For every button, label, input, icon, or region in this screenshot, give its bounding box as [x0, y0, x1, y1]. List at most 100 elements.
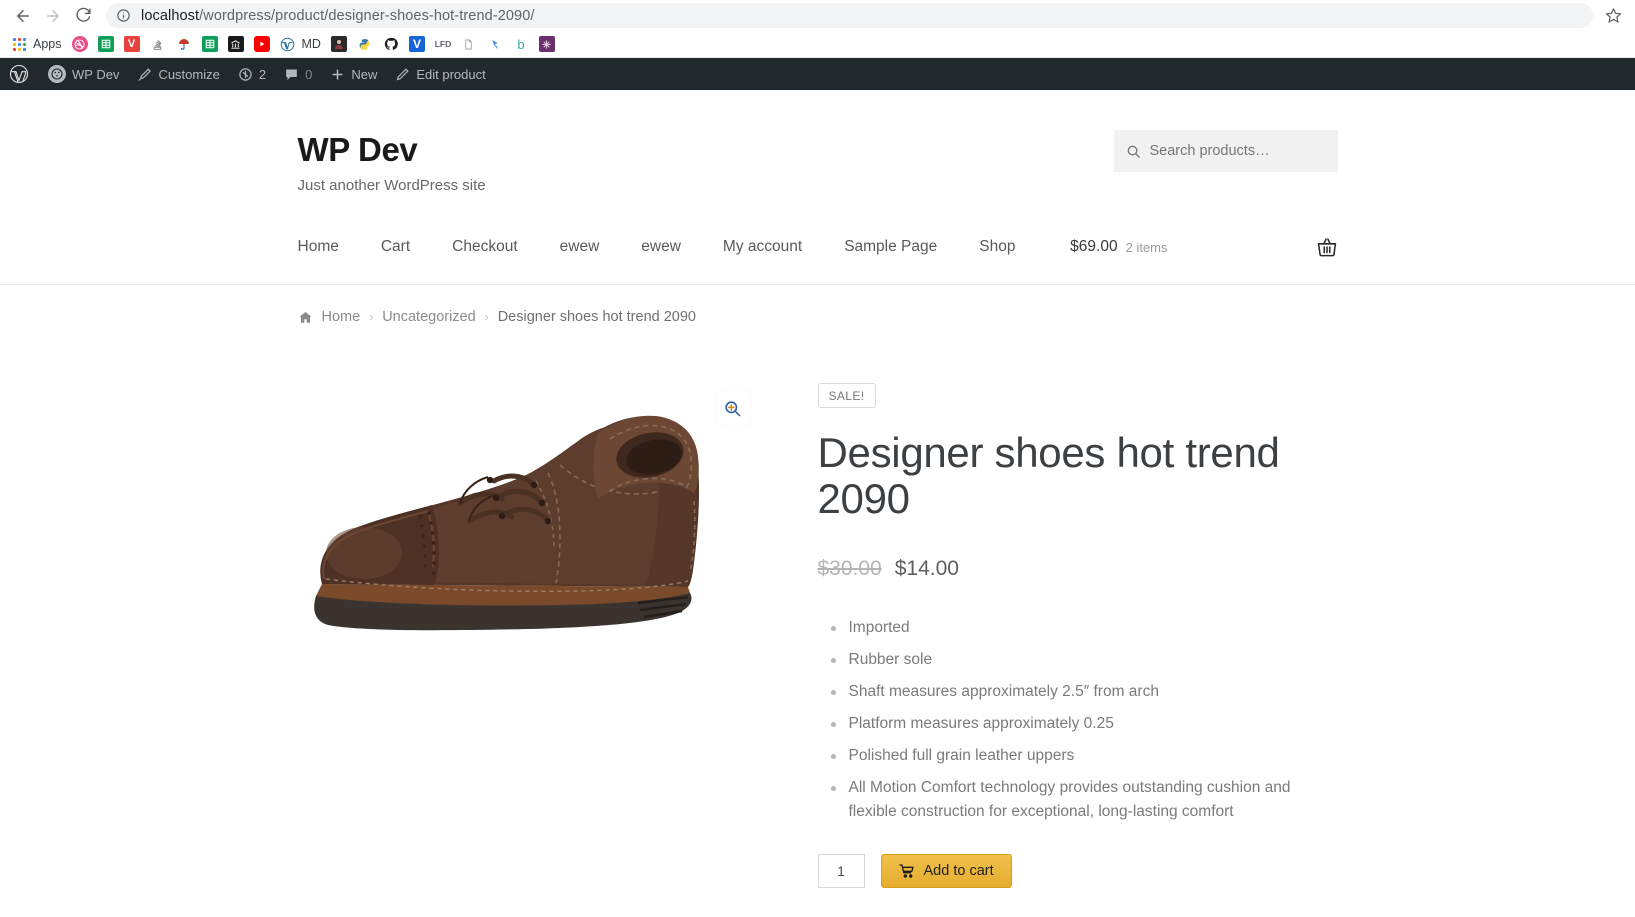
cursor-hand-icon [487, 36, 503, 52]
adminbar-edit-product[interactable]: Edit product [386, 58, 494, 90]
stackoverflow-icon [150, 36, 166, 52]
umbrella-icon [176, 36, 192, 52]
reload-icon[interactable] [68, 1, 98, 31]
adminbar-comments-count: 0 [305, 66, 313, 82]
adminbar-wp-logo[interactable] [0, 58, 39, 90]
list-item: Shaft measures approximately 2.5″ from a… [818, 680, 1338, 704]
nav-item-ewew-2[interactable]: ewew [620, 232, 702, 262]
address-bar[interactable]: localhost/wordpress/product/designer-sho… [106, 3, 1593, 28]
bookmark-cursor[interactable] [482, 33, 508, 55]
primary-navigation: Home Cart Checkout ewew ewew My account … [298, 232, 1037, 262]
cart-total-amount: $69.00 [1070, 238, 1118, 256]
breadcrumb-uncategorized[interactable]: Uncategorized [382, 309, 476, 325]
document-icon [461, 36, 477, 52]
list-item: Rubber sole [818, 648, 1338, 672]
wordpress-icon [280, 36, 296, 52]
browser-chrome: localhost/wordpress/product/designer-sho… [0, 0, 1635, 58]
site-title[interactable]: WP Dev [298, 131, 486, 168]
site-wrapper: WP Dev Just another WordPress site Home … [0, 90, 1635, 917]
url-path: /wordpress/product/designer-shoes-hot-tr… [199, 7, 535, 24]
shopping-basket-icon[interactable] [1316, 236, 1338, 258]
nav-item-ewew-1[interactable]: ewew [539, 232, 621, 262]
breadcrumb-current: Designer shoes hot trend 2090 [497, 309, 696, 326]
adminbar-new-label: New [351, 66, 378, 82]
page-info-icon[interactable] [116, 8, 131, 23]
header-container: WP Dev Just another WordPress site Home … [298, 126, 1338, 284]
dashboard-icon [48, 65, 66, 83]
bookmark-python[interactable] [352, 33, 378, 55]
forward-arrow-icon[interactable] [38, 1, 68, 31]
vim-icon: V [123, 36, 140, 52]
bookmark-lfd[interactable]: LFD [430, 33, 456, 55]
list-item: Imported [818, 616, 1338, 640]
nav-item-my-account[interactable]: My account [702, 232, 823, 262]
nav-item-home[interactable]: Home [298, 232, 360, 262]
cart-item-count: 2 items [1125, 239, 1168, 255]
wordpress-logo-icon [9, 64, 29, 84]
comment-bubble-icon [284, 67, 299, 82]
adminbar-updates[interactable]: 2 [229, 58, 275, 90]
bookmark-portrait[interactable] [326, 33, 352, 55]
adminbar-site-name[interactable]: WP Dev [39, 58, 128, 90]
url-host: localhost [141, 7, 200, 24]
bookmark-umbrella[interactable] [171, 33, 197, 55]
product-main: SALE! Designer shoes hot trend 2090 $30.… [297, 381, 1338, 888]
bookmark-apps-label: Apps [33, 37, 62, 51]
content-container: Home › Uncategorized › Designer shoes ho… [297, 309, 1338, 888]
apps-grid-icon [11, 36, 27, 52]
nav-item-sample-page[interactable]: Sample Page [823, 232, 958, 262]
primary-nav-row: Home Cart Checkout ewew ewew My account … [298, 232, 1338, 284]
bookmark-vim[interactable]: V [119, 33, 145, 55]
update-arrows-icon [238, 67, 253, 82]
back-arrow-icon[interactable] [8, 1, 38, 31]
adminbar-updates-count: 2 [258, 66, 267, 82]
nav-item-checkout[interactable]: Checkout [431, 232, 538, 262]
sale-badge: SALE! [817, 383, 876, 409]
header-divider [0, 284, 1635, 286]
search-input[interactable] [1149, 143, 1326, 159]
breadcrumb: Home › Uncategorized › Designer shoes ho… [298, 309, 1338, 325]
brown-leather-oxford-shoe [297, 381, 768, 672]
nav-item-cart[interactable]: Cart [360, 232, 431, 262]
product-search-form[interactable] [1113, 130, 1338, 172]
breadcrumb-home[interactable]: Home [322, 309, 361, 325]
product-feature-list: Imported Rubber sole Shaft measures appr… [818, 616, 1338, 824]
cart-icon [898, 863, 915, 879]
adminbar-new[interactable]: New [321, 58, 386, 90]
bank-icon [227, 36, 244, 52]
breadcrumb-separator-2: › [484, 310, 489, 325]
bookmark-bank[interactable] [223, 33, 249, 55]
sheets-icon-2 [201, 36, 218, 52]
bookmark-star-icon[interactable] [1599, 2, 1627, 30]
bookmark-bower[interactable]: b [508, 33, 534, 55]
paintbrush-icon [137, 67, 152, 82]
adminbar-customize[interactable]: Customize [128, 58, 228, 90]
bookmark-md-label: MD [301, 37, 321, 51]
bookmark-sheets-2[interactable] [197, 33, 223, 55]
bookmark-v[interactable]: V [404, 33, 430, 55]
add-to-cart-label: Add to cart [923, 862, 994, 879]
product-image[interactable] [297, 381, 768, 672]
bookmark-dribbble[interactable] [67, 33, 93, 55]
add-to-cart-button[interactable]: Add to cart [880, 853, 1012, 888]
bookmarks-bar: Apps V MD V LFD b [0, 31, 1635, 58]
cart-summary[interactable]: $69.00 2 items [1070, 236, 1337, 258]
nav-item-shop[interactable]: Shop [958, 232, 1036, 262]
list-item: Platform measures approximately 0.25 [818, 712, 1338, 736]
site-branding: WP Dev Just another WordPress site [298, 126, 486, 194]
bookmark-apps[interactable]: Apps [6, 33, 67, 55]
price-original: $30.00 [817, 556, 882, 580]
bookmark-document[interactable] [456, 33, 482, 55]
magnifier-zoom-in-icon[interactable] [715, 391, 750, 426]
bookmark-github[interactable] [378, 33, 404, 55]
adminbar-comments[interactable]: 0 [275, 58, 321, 90]
bookmark-md[interactable]: MD [275, 33, 326, 55]
bookmark-sheets-1[interactable] [93, 33, 119, 55]
add-to-cart-form: Add to cart [817, 853, 1338, 888]
nodes-icon [538, 36, 555, 52]
bookmark-nodes[interactable] [534, 33, 560, 55]
bookmark-youtube[interactable] [249, 33, 275, 55]
bookmark-stackoverflow[interactable] [145, 33, 171, 55]
price-sale: $14.00 [894, 556, 959, 580]
quantity-input[interactable] [817, 853, 865, 888]
